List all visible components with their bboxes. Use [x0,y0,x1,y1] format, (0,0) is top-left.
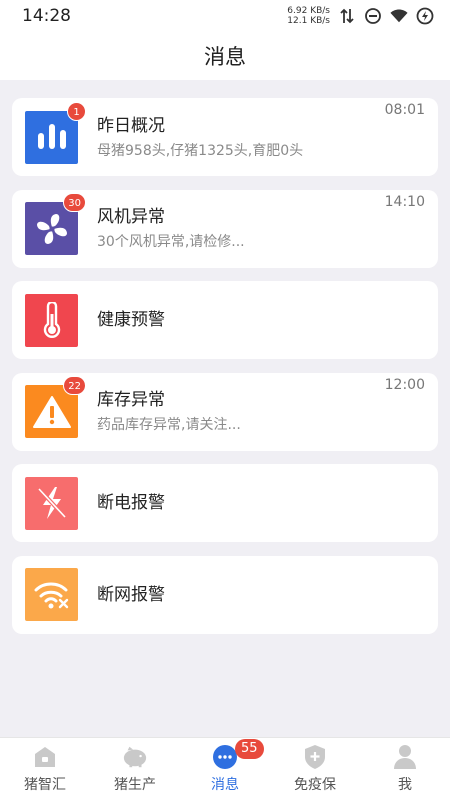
tab-messages[interactable]: 55 消息 [180,738,270,800]
network-speed: 6.92 KB/s 12.1 KB/s [287,6,330,26]
tab-label: 我 [398,777,412,793]
fan-icon: 30 [25,193,86,255]
message-title: 断电报警 [97,493,165,513]
tab-label: 免疫保 [294,777,336,793]
message-subtitle: 药品库存异常,请关注... [97,417,241,433]
message-title: 健康预警 [97,310,165,330]
network-speed-down: 12.1 KB/s [287,16,330,26]
message-title: 风机异常 [97,207,165,227]
tab-label: 消息 [211,777,239,793]
message-item-yesterday-summary[interactable]: 1 昨日概况 母猪958头,仔猪1325头,育肥0头 08:01 [12,98,438,176]
message-time: 08:01 [384,102,425,118]
tab-me[interactable]: 我 [360,738,450,800]
header: 消息 [0,32,450,80]
warning-icon: 22 [25,376,86,438]
unread-badge: 22 [63,376,86,395]
tab-home[interactable]: 猪智汇 [0,738,90,800]
message-text: 昨日概况 母猪958头,仔猪1325头,育肥0头 [97,115,303,160]
tab-production[interactable]: 猪生产 [90,738,180,800]
message-item-fan-fault[interactable]: 30 风机异常 30个风机异常,请检修... 14:10 [12,189,438,268]
message-item-power-outage[interactable]: 断电报警 [12,464,438,542]
message-title: 昨日概况 [97,115,165,136]
message-text: 库存异常 药品库存异常,请关注... [97,389,241,434]
pig-icon [122,744,148,770]
thermometer-icon [25,293,78,347]
do-not-disturb-icon [364,7,382,25]
home-icon [32,744,58,770]
status-icons: 6.92 KB/s 12.1 KB/s [287,6,434,26]
app-screen: 14:28 6.92 KB/s 12.1 KB/s 消息 1 昨日概况 母猪95… [0,0,450,800]
message-item-network-outage[interactable]: 断网报警 [12,555,438,634]
message-title: 库存异常 [97,390,165,410]
message-text: 风机异常 30个风机异常,请检修... [97,206,245,251]
shield-icon [302,744,328,770]
data-arrows-icon [338,7,356,25]
bar-chart-icon: 1 [25,101,86,164]
unread-badge: 30 [63,193,86,212]
message-item-health-warning[interactable]: 健康预警 [12,281,438,359]
message-text: 断电报警 [97,492,165,514]
message-title: 断网报警 [97,584,165,605]
tab-immunity[interactable]: 免疫保 [270,738,360,800]
status-bar: 14:28 6.92 KB/s 12.1 KB/s [0,0,450,32]
tab-label: 猪生产 [114,777,156,793]
battery-icon [416,7,434,25]
page-title: 消息 [204,45,246,69]
message-item-inventory-anomaly[interactable]: 22 库存异常 药品库存异常,请关注... 12:00 [12,372,438,451]
wifi-off-icon [25,568,78,621]
tab-unread-badge: 55 [235,739,264,759]
message-list: 1 昨日概况 母猪958头,仔猪1325头,育肥0头 08:01 30 风机异常… [12,98,438,647]
message-text: 断网报警 [97,584,165,606]
network-speed-up: 6.92 KB/s [287,6,330,16]
message-text: 健康预警 [97,309,165,331]
message-subtitle: 母猪958头,仔猪1325头,育肥0头 [97,142,304,159]
power-off-icon [25,476,78,530]
wifi-icon [390,7,408,25]
status-time: 14:28 [22,6,71,26]
person-icon [392,744,418,770]
message-subtitle: 30个风机异常,请检修... [97,234,245,250]
bottom-tab-bar: 猪智汇 猪生产 55 消息 免疫保 我 [0,737,450,800]
unread-badge: 1 [67,101,86,121]
tab-label: 猪智汇 [24,777,66,793]
message-time: 14:10 [384,193,425,210]
message-time: 12:00 [384,376,425,393]
